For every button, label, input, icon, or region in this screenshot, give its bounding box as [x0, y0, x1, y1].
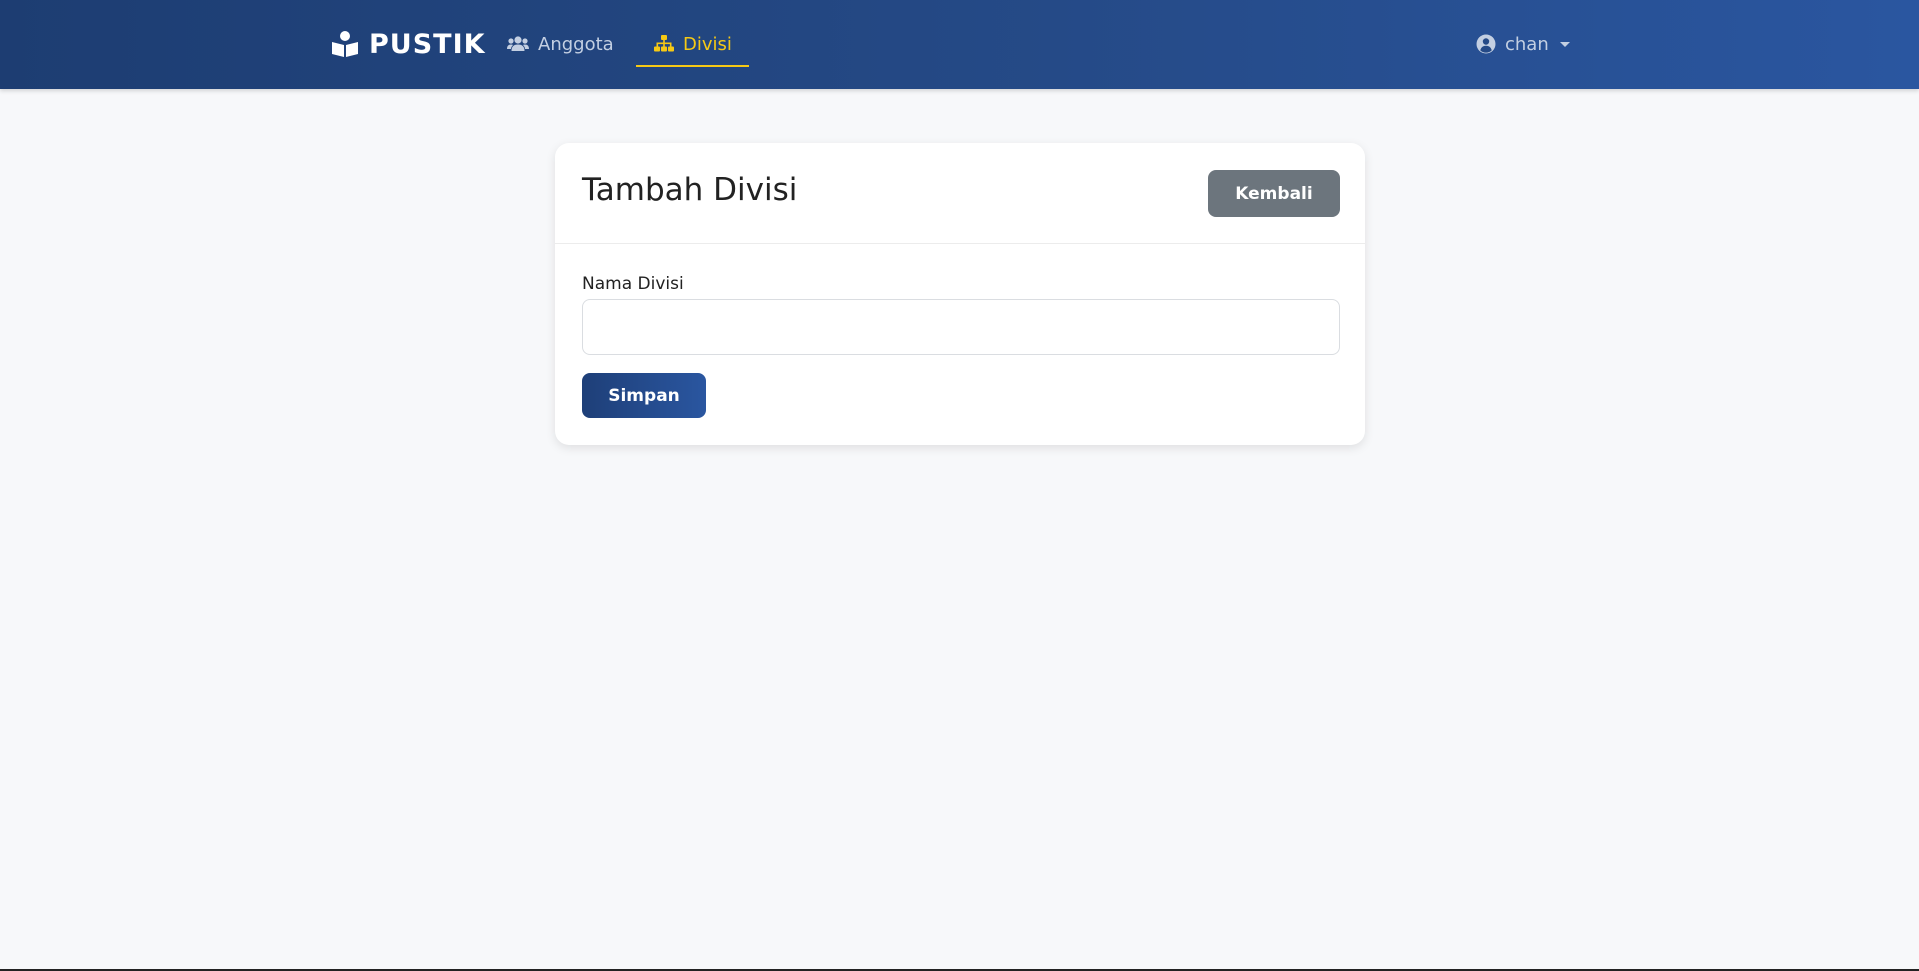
user-menu-dropdown[interactable]: chan	[1476, 26, 1570, 62]
save-button[interactable]: Simpan	[582, 373, 706, 418]
brand-logo[interactable]: PUSTIK	[331, 26, 486, 62]
user-name: chan	[1505, 33, 1549, 55]
division-name-input[interactable]	[582, 299, 1340, 355]
nav-link-divisi[interactable]: Divisi	[654, 26, 732, 62]
add-division-card: Tambah Divisi Kembali Nama Divisi Simpan	[555, 143, 1365, 445]
brand-label: PUSTIK	[369, 28, 486, 60]
division-name-label: Nama Divisi	[582, 274, 684, 294]
sitemap-icon	[654, 35, 674, 53]
nav-link-divisi-label: Divisi	[683, 33, 732, 55]
nav-link-anggota[interactable]: Anggota	[507, 26, 614, 62]
top-navbar: PUSTIK Anggota Divisi chan	[0, 0, 1919, 89]
back-button[interactable]: Kembali	[1208, 170, 1340, 217]
book-reader-icon	[331, 30, 359, 58]
user-circle-icon	[1476, 34, 1496, 54]
users-icon	[507, 35, 529, 53]
active-nav-indicator	[636, 65, 749, 67]
page-title: Tambah Divisi	[582, 172, 798, 208]
chevron-down-icon	[1559, 41, 1570, 47]
nav-link-anggota-label: Anggota	[538, 33, 614, 55]
card-header: Tambah Divisi Kembali	[555, 143, 1365, 244]
